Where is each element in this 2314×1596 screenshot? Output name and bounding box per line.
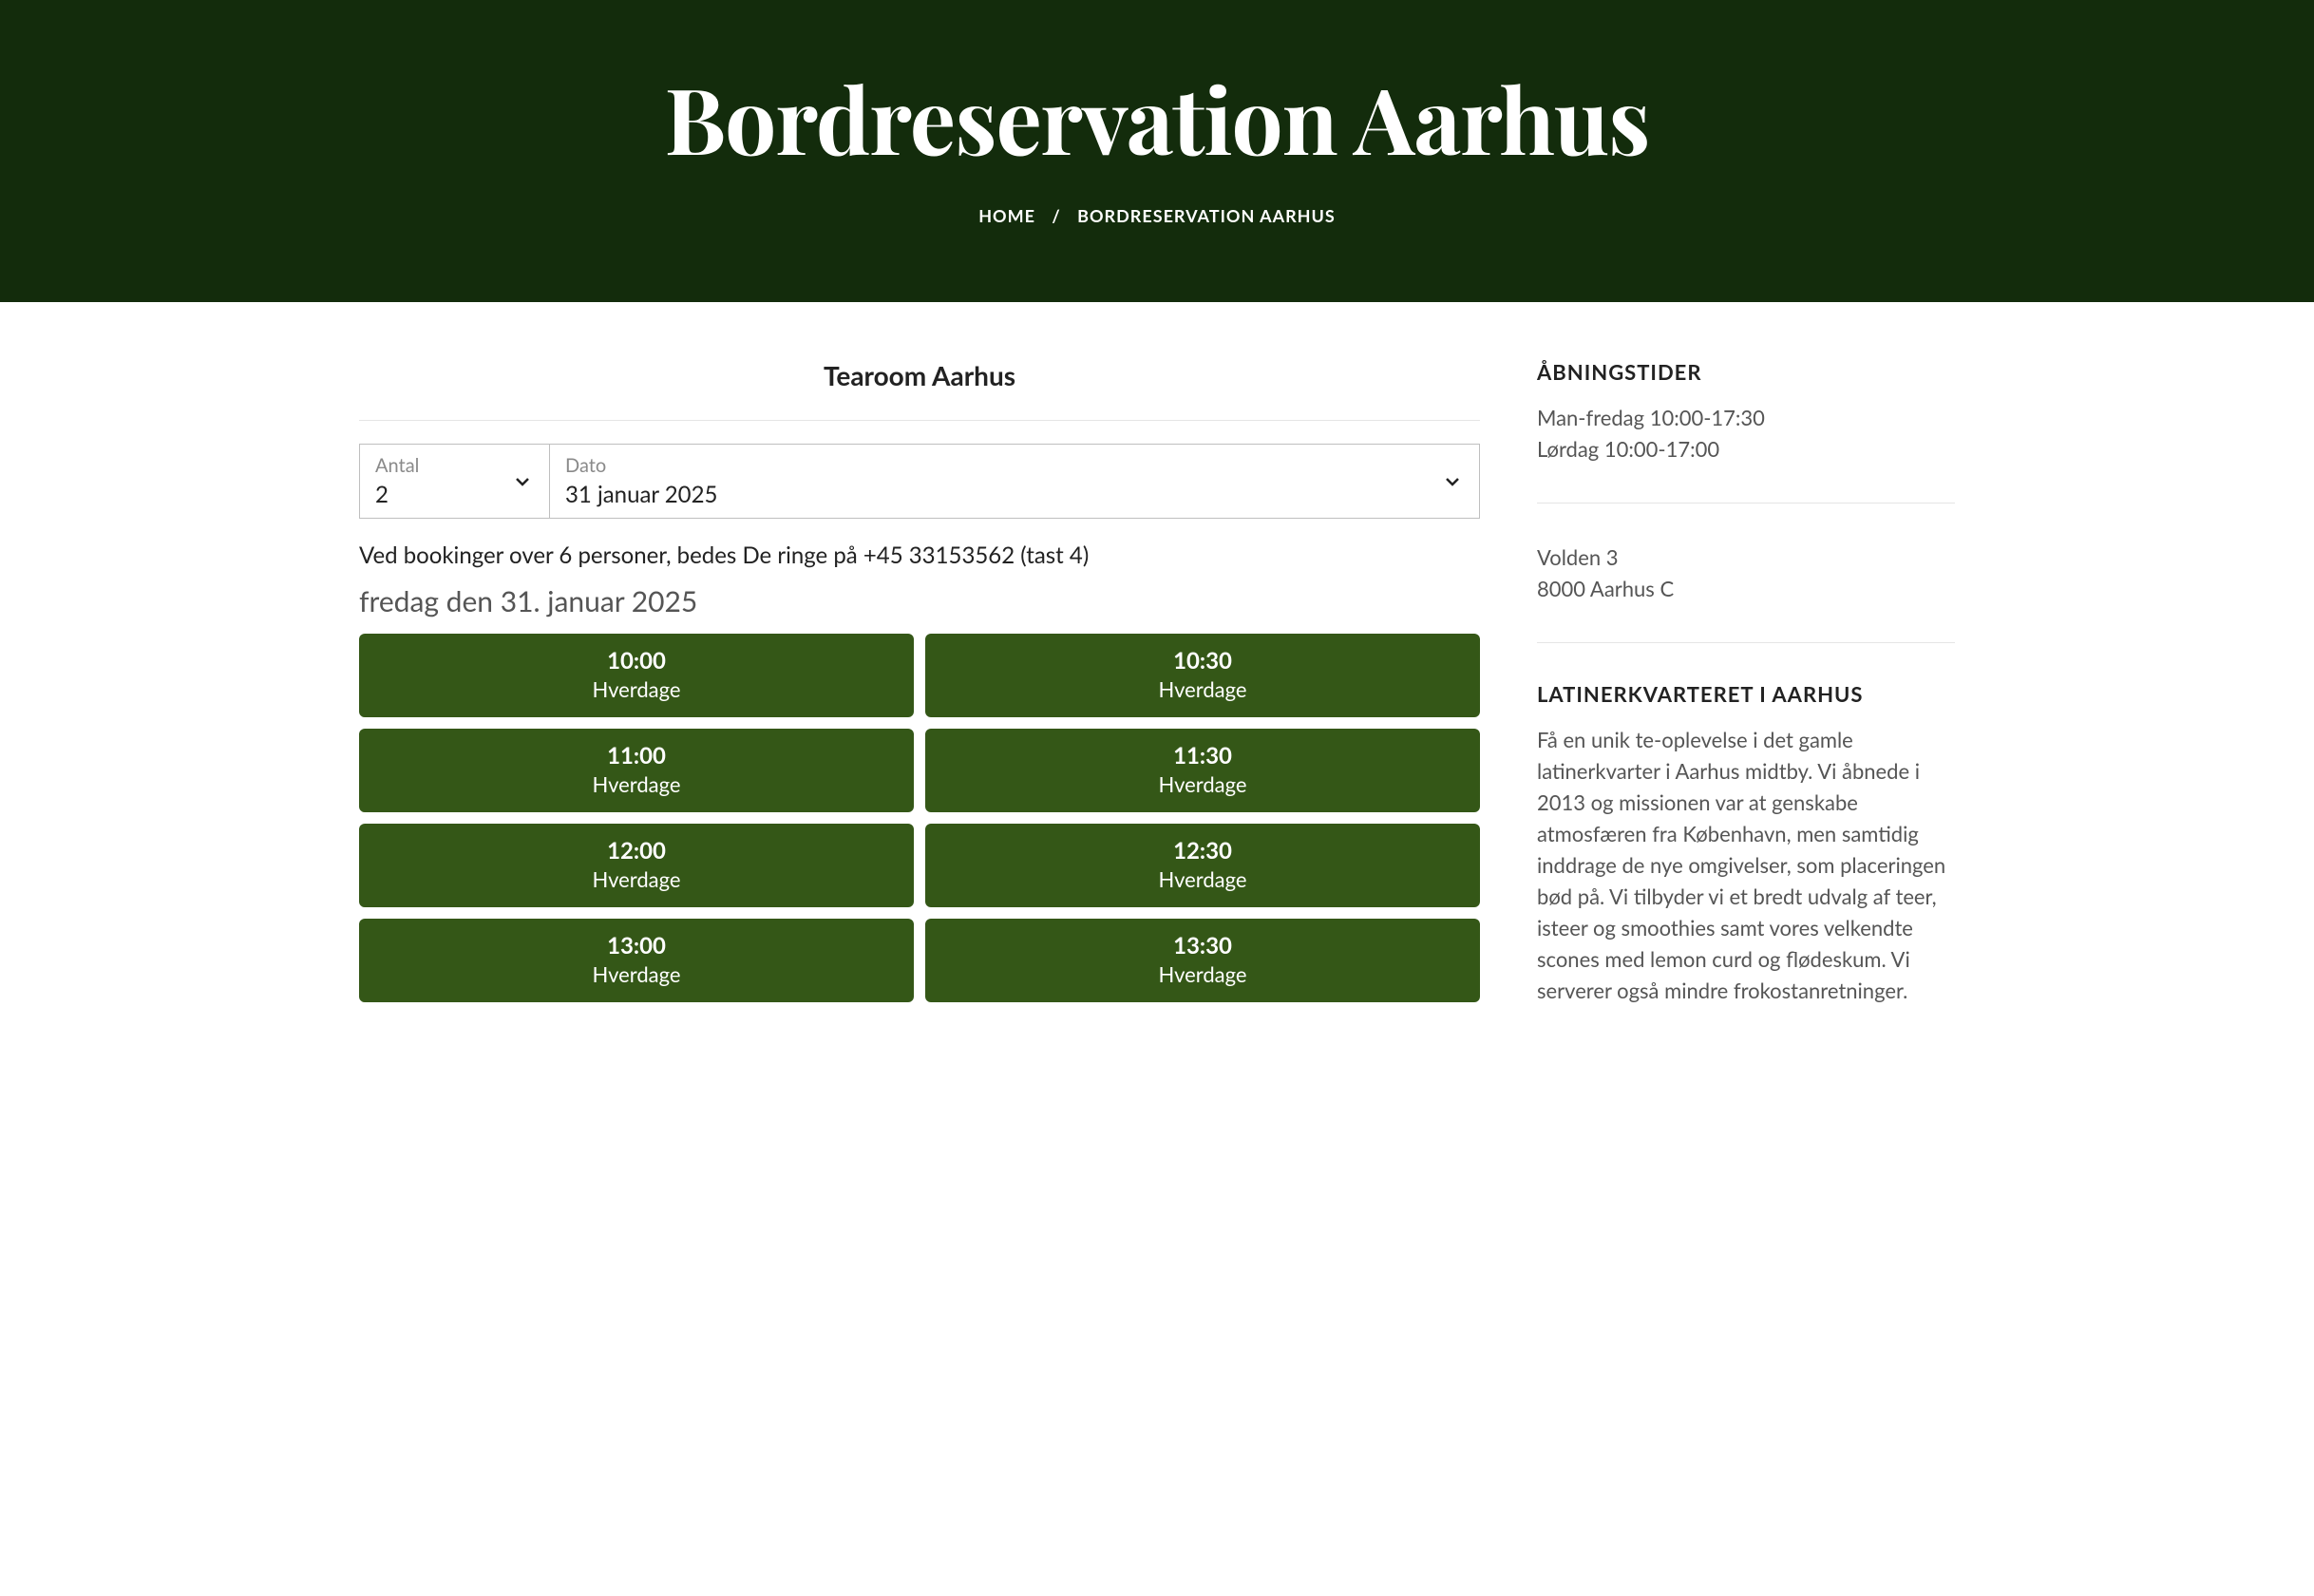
slot-subtitle: Hverdage bbox=[359, 866, 914, 892]
time-slot-grid: 10:00 Hverdage 10:30 Hverdage 11:00 Hver… bbox=[359, 634, 1480, 1002]
slot-subtitle: Hverdage bbox=[925, 676, 1480, 702]
time-slot[interactable]: 12:30 Hverdage bbox=[925, 824, 1480, 907]
slot-time: 13:30 bbox=[925, 932, 1480, 960]
page-title: Bordreservation Aarhus bbox=[19, 57, 2295, 179]
latin-body: Få en unik te-oplevelse i det gamle lati… bbox=[1537, 724, 1955, 1006]
dato-picker[interactable]: Dato 31 januar 2025 bbox=[549, 444, 1480, 519]
main-container: Tearoom Aarhus Antal 2 Dato 31 januar 20… bbox=[321, 302, 1993, 1139]
time-slot[interactable]: 11:30 Hverdage bbox=[925, 729, 1480, 812]
address-line: Volden 3 bbox=[1537, 542, 1955, 573]
latin-section: LATINERKVARTERET I AARHUS Få en unik te-… bbox=[1537, 681, 1955, 1044]
hours-heading: ÅBNINGSTIDER bbox=[1537, 359, 1955, 385]
hours-section: ÅBNINGSTIDER Man-fredag 10:00-17:30 Lørd… bbox=[1537, 359, 1955, 504]
slot-subtitle: Hverdage bbox=[925, 866, 1480, 892]
hours-line: Lørdag 10:00-17:00 bbox=[1537, 433, 1955, 465]
slot-subtitle: Hverdage bbox=[359, 676, 914, 702]
breadcrumb-home-link[interactable]: HOME bbox=[978, 205, 1035, 226]
antal-picker[interactable]: Antal 2 bbox=[359, 444, 549, 519]
slot-time: 10:00 bbox=[359, 647, 914, 674]
slot-time: 12:30 bbox=[925, 837, 1480, 864]
booking-panel: Tearoom Aarhus Antal 2 Dato 31 januar 20… bbox=[359, 359, 1480, 1082]
hero-banner: Bordreservation Aarhus HOME / BORDRESERV… bbox=[0, 0, 2314, 302]
chevron-down-icon bbox=[511, 470, 534, 493]
slot-subtitle: Hverdage bbox=[925, 961, 1480, 987]
picker-row: Antal 2 Dato 31 januar 2025 bbox=[359, 444, 1480, 519]
address-line: 8000 Aarhus C bbox=[1537, 573, 1955, 604]
time-slot[interactable]: 11:00 Hverdage bbox=[359, 729, 914, 812]
antal-value: 2 bbox=[375, 481, 419, 508]
latin-heading: LATINERKVARTERET I AARHUS bbox=[1537, 681, 1955, 707]
address-section: Volden 3 8000 Aarhus C bbox=[1537, 542, 1955, 643]
sidebar: ÅBNINGSTIDER Man-fredag 10:00-17:30 Lørd… bbox=[1537, 359, 1955, 1082]
time-slot[interactable]: 10:30 Hverdage bbox=[925, 634, 1480, 717]
venue-title: Tearoom Aarhus bbox=[359, 359, 1480, 421]
slot-subtitle: Hverdage bbox=[925, 771, 1480, 797]
slot-time: 13:00 bbox=[359, 932, 914, 960]
slot-subtitle: Hverdage bbox=[359, 961, 914, 987]
breadcrumb-separator: / bbox=[1052, 205, 1060, 226]
slot-time: 11:00 bbox=[359, 742, 914, 770]
hours-line: Man-fredag 10:00-17:30 bbox=[1537, 402, 1955, 433]
time-slot[interactable]: 13:30 Hverdage bbox=[925, 919, 1480, 1002]
antal-label: Antal bbox=[375, 454, 419, 477]
slot-time: 11:30 bbox=[925, 742, 1480, 770]
dato-label: Dato bbox=[565, 454, 717, 477]
slot-time: 12:00 bbox=[359, 837, 914, 864]
time-slot[interactable]: 10:00 Hverdage bbox=[359, 634, 914, 717]
time-slot[interactable]: 13:00 Hverdage bbox=[359, 919, 914, 1002]
date-heading: fredag den 31. januar 2025 bbox=[359, 584, 1480, 618]
booking-note: Ved bookinger over 6 personer, bedes De … bbox=[359, 542, 1480, 569]
slot-subtitle: Hverdage bbox=[359, 771, 914, 797]
time-slot[interactable]: 12:00 Hverdage bbox=[359, 824, 914, 907]
breadcrumb-current: BORDRESERVATION AARHUS bbox=[1077, 205, 1336, 226]
breadcrumb: HOME / BORDRESERVATION AARHUS bbox=[19, 205, 2295, 226]
slot-time: 10:30 bbox=[925, 647, 1480, 674]
dato-value: 31 januar 2025 bbox=[565, 481, 717, 508]
chevron-down-icon bbox=[1441, 470, 1464, 493]
